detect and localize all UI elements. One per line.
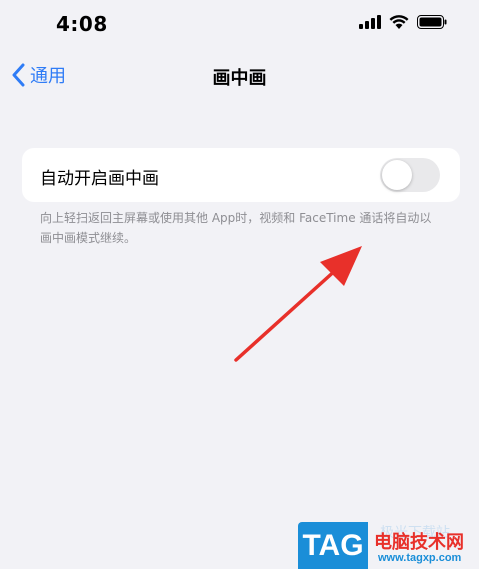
settings-screen: 4:08 通用 画中画 自动开启画中画 向上轻扫返回主屏幕或使用其他 App时，… [0,0,479,569]
battery-icon [417,14,447,29]
auto-pip-toggle[interactable] [380,158,440,192]
status-icons [359,14,447,29]
watermark-site-name: 电脑技术网 [374,532,464,553]
watermark-url: www.tagxp.com [378,552,462,564]
watermark: TAG 极光下载站 电脑技术网 www.tagxp.com [298,522,479,569]
status-bar: 4:08 [0,0,479,50]
auto-pip-label: 自动开启画中画 [40,169,159,189]
settings-group: 自动开启画中画 [22,148,460,202]
footer-note: 向上轻扫返回主屏幕或使用其他 App时，视频和 FaceTime 通话将自动以画… [40,211,432,245]
signal-icon [359,14,381,29]
toggle-knob [382,160,412,190]
wifi-icon [389,15,409,29]
watermark-text-block: 极光下载站 电脑技术网 www.tagxp.com [368,522,479,569]
status-time: 4:08 [56,12,108,36]
navigation-bar: 通用 画中画 [0,56,479,100]
page-title: 画中画 [212,68,267,89]
watermark-tag-logo: TAG [298,522,368,569]
